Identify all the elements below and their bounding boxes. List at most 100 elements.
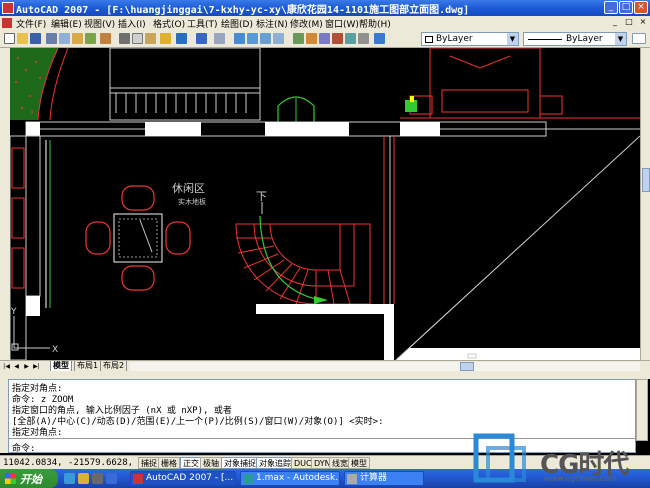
paste-icon[interactable] (145, 33, 156, 44)
lineweight-control-dropdown[interactable] (632, 33, 646, 44)
zoom-previous-icon[interactable] (273, 33, 284, 44)
chevron-down-icon[interactable]: ▼ (507, 33, 518, 45)
copy-icon[interactable] (132, 33, 143, 44)
help-icon[interactable] (374, 33, 385, 44)
menu-edit[interactable]: 编辑(E) (51, 17, 82, 30)
3dsmax-icon (243, 474, 253, 484)
new-file-icon[interactable] (4, 33, 15, 44)
task-calculator[interactable]: 计算器 (344, 471, 424, 486)
windows-logo-icon (5, 473, 16, 484)
cut-icon[interactable] (119, 33, 130, 44)
menu-file[interactable]: 文件(F) (16, 17, 46, 30)
menu-bar: 文件(F) 编辑(E) 视图(V) 插入(I) 格式(O) 工具(T) 绘图(D… (0, 16, 650, 30)
ortho-toggle[interactable]: 正交 (180, 457, 202, 469)
menu-tools[interactable]: 工具(T) (187, 17, 218, 30)
print-icon[interactable] (46, 33, 57, 44)
title-bar: AutoCAD 2007 - [F:\huangjinggai\7-kxhy-y… (0, 0, 650, 16)
ucs-icon (11, 316, 50, 351)
desktop-icon[interactable] (106, 473, 117, 484)
match-properties-icon[interactable] (160, 33, 171, 44)
doc-restore-button[interactable]: □ (624, 17, 634, 28)
design-center-icon[interactable] (306, 33, 317, 44)
doc-close-button[interactable]: × (638, 17, 648, 28)
window-title: AutoCAD 2007 - [F:\huangjinggai\7-kxhy-y… (16, 5, 470, 16)
floor-material-label: 实木地板 (178, 197, 206, 206)
snap-toggle[interactable]: 捕捉 (138, 457, 160, 469)
redo-icon[interactable] (214, 33, 225, 44)
cgtimes-logo-icon (473, 433, 526, 483)
markup-icon[interactable] (345, 33, 356, 44)
open-folder-icon[interactable] (17, 33, 28, 44)
menu-format[interactable]: 格式(O) (153, 17, 185, 30)
autocad-app-icon[interactable] (2, 2, 14, 14)
plot-icon[interactable] (85, 33, 96, 44)
quickcalc-icon[interactable] (358, 33, 369, 44)
left-cabinet (11, 147, 25, 289)
otrack-toggle[interactable]: 对象追踪 (256, 457, 294, 469)
save-icon[interactable] (30, 33, 41, 44)
tool-palettes-icon[interactable] (319, 33, 330, 44)
drawing-canvas[interactable]: 休闲区 实木地板 下 X Y (10, 48, 640, 360)
ucs-x-label: X (52, 345, 58, 355)
model-toggle[interactable]: 模型 (348, 457, 370, 469)
menu-window[interactable]: 窗口(W) (325, 17, 359, 30)
close-button[interactable]: × (634, 1, 648, 14)
publish-icon[interactable] (72, 33, 83, 44)
linetype-value: ByLayer (566, 34, 603, 44)
menu-modify[interactable]: 修改(M) (290, 17, 323, 30)
last-tab-button[interactable]: ▶| (32, 362, 41, 371)
start-button[interactable]: 开始 (0, 469, 58, 488)
minimize-button[interactable]: _ (604, 1, 618, 14)
osnap-toggle[interactable]: 对象捕捉 (221, 457, 259, 469)
maximize-button[interactable]: □ (619, 1, 633, 14)
pan-icon[interactable] (234, 33, 245, 44)
document-icon[interactable] (2, 18, 12, 28)
nightstand-right (539, 95, 563, 115)
grid-toggle[interactable]: 栅格 (158, 457, 180, 469)
menu-draw[interactable]: 绘图(D) (221, 17, 253, 30)
autocad-icon (133, 474, 143, 484)
ie-icon[interactable] (64, 473, 75, 484)
task-3dsmax[interactable]: 1.max - Autodesk... (240, 471, 340, 486)
linetype-control-dropdown[interactable]: ByLayer ▼ (523, 32, 627, 46)
properties-icon[interactable] (293, 33, 304, 44)
undo-icon[interactable] (196, 33, 207, 44)
vertical-scrollbar[interactable] (640, 48, 650, 360)
stair-down-label: 下 (256, 190, 267, 203)
chevron-down-icon[interactable]: ▼ (615, 33, 626, 45)
first-tab-button[interactable]: |◀ (2, 362, 11, 371)
zoom-realtime-icon[interactable] (247, 33, 258, 44)
doc-minimize-button[interactable]: _ (610, 17, 620, 28)
balcony-railing (109, 48, 261, 121)
menu-view[interactable]: 视图(V) (84, 17, 115, 30)
splitter[interactable] (0, 371, 650, 379)
command-history-line: 指定对角点: (12, 428, 63, 438)
explorer-icon[interactable] (78, 473, 89, 484)
horizontal-scrollbar[interactable] (130, 362, 640, 371)
scroll-thumb[interactable] (460, 362, 474, 371)
menu-dimension[interactable]: 标注(N) (256, 17, 288, 30)
sheet-set-icon[interactable] (332, 33, 343, 44)
command-window-grip[interactable] (0, 379, 8, 453)
calculator-icon (347, 474, 357, 484)
command-history-line: [全部(A)/中心(C)/动态(D)/范围(E)/上一个(P)/比例(S)/窗口… (12, 417, 384, 427)
print-preview-icon[interactable] (59, 33, 70, 44)
next-tab-button[interactable]: ▶ (22, 362, 31, 371)
floor-plan-drawing: 休闲区 实木地板 下 X Y (10, 48, 640, 360)
polar-toggle[interactable]: 极轴 (200, 457, 222, 469)
media-icon[interactable] (92, 473, 103, 484)
scroll-thumb[interactable] (642, 168, 650, 192)
zoom-window-icon[interactable] (260, 33, 271, 44)
standard-toolbar: ByLayer ▼ ByLayer ▼ (0, 30, 650, 48)
menu-insert[interactable]: 插入(I) (118, 17, 146, 30)
menu-help[interactable]: 帮助(H) (359, 17, 391, 30)
color-control-dropdown[interactable]: ByLayer ▼ (421, 32, 519, 46)
room-label: 休闲区 (172, 181, 205, 195)
stair-wall (246, 304, 394, 360)
block-editor-icon[interactable] (176, 33, 187, 44)
prev-tab-button[interactable]: ◀ (12, 362, 21, 371)
task-autocad[interactable]: AutoCAD 2007 - [... (130, 471, 236, 486)
watermark-url: www.cgtimes.com (544, 474, 617, 483)
3d-dwf-icon[interactable] (100, 33, 111, 44)
layout-tab-bar: |◀ ◀ ▶ ▶| 模型 布局1 布局2 (0, 360, 650, 372)
